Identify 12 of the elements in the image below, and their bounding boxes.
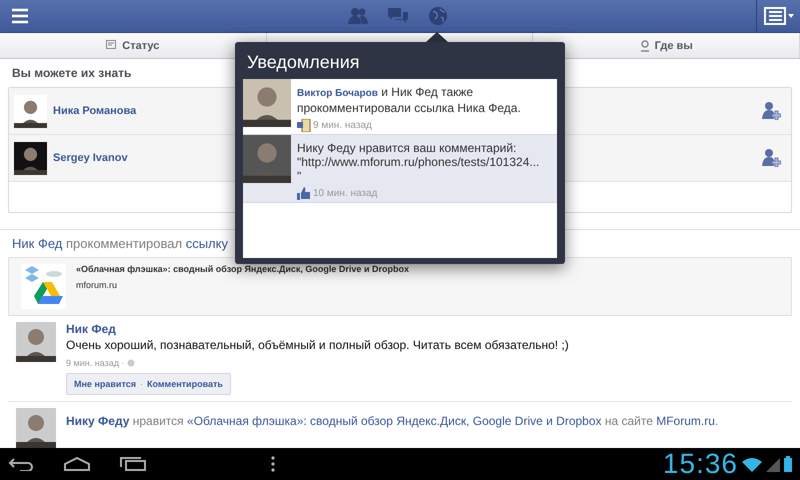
section-title: Вы можете их знать	[11, 65, 132, 82]
comment-text: Очень хороший, познавательный, объёмный и полный обзор. Читать всем обязательно! ;)	[66, 338, 569, 352]
clock: 15:36	[662, 448, 738, 480]
story-header: Ник Фед прокомментировал ссылку	[11, 235, 229, 253]
notification-text: Нику Феду нравится ваш комментарий: "http://www.mforum.ru/phones/tests/101324... "	[297, 141, 540, 183]
separator-dot: ·	[140, 379, 143, 389]
comment-time: 9 мин. назад ·	[66, 358, 124, 368]
notification-time: 9 мин. назад	[313, 120, 372, 131]
story-text: Нику Феду нравится «Облачная флэшка»: сводный обзор Яндекс.Диск, Google Drive и Dropbox на сайте MForum.ru.	[66, 413, 718, 430]
notification-text: Виктор Бочаров и Ник Фед также прокомментировали ссылка Ника Феда.	[297, 85, 522, 115]
link-domain: mforum.ru	[76, 280, 118, 290]
notification-time: 10 мин. назад	[313, 188, 378, 199]
